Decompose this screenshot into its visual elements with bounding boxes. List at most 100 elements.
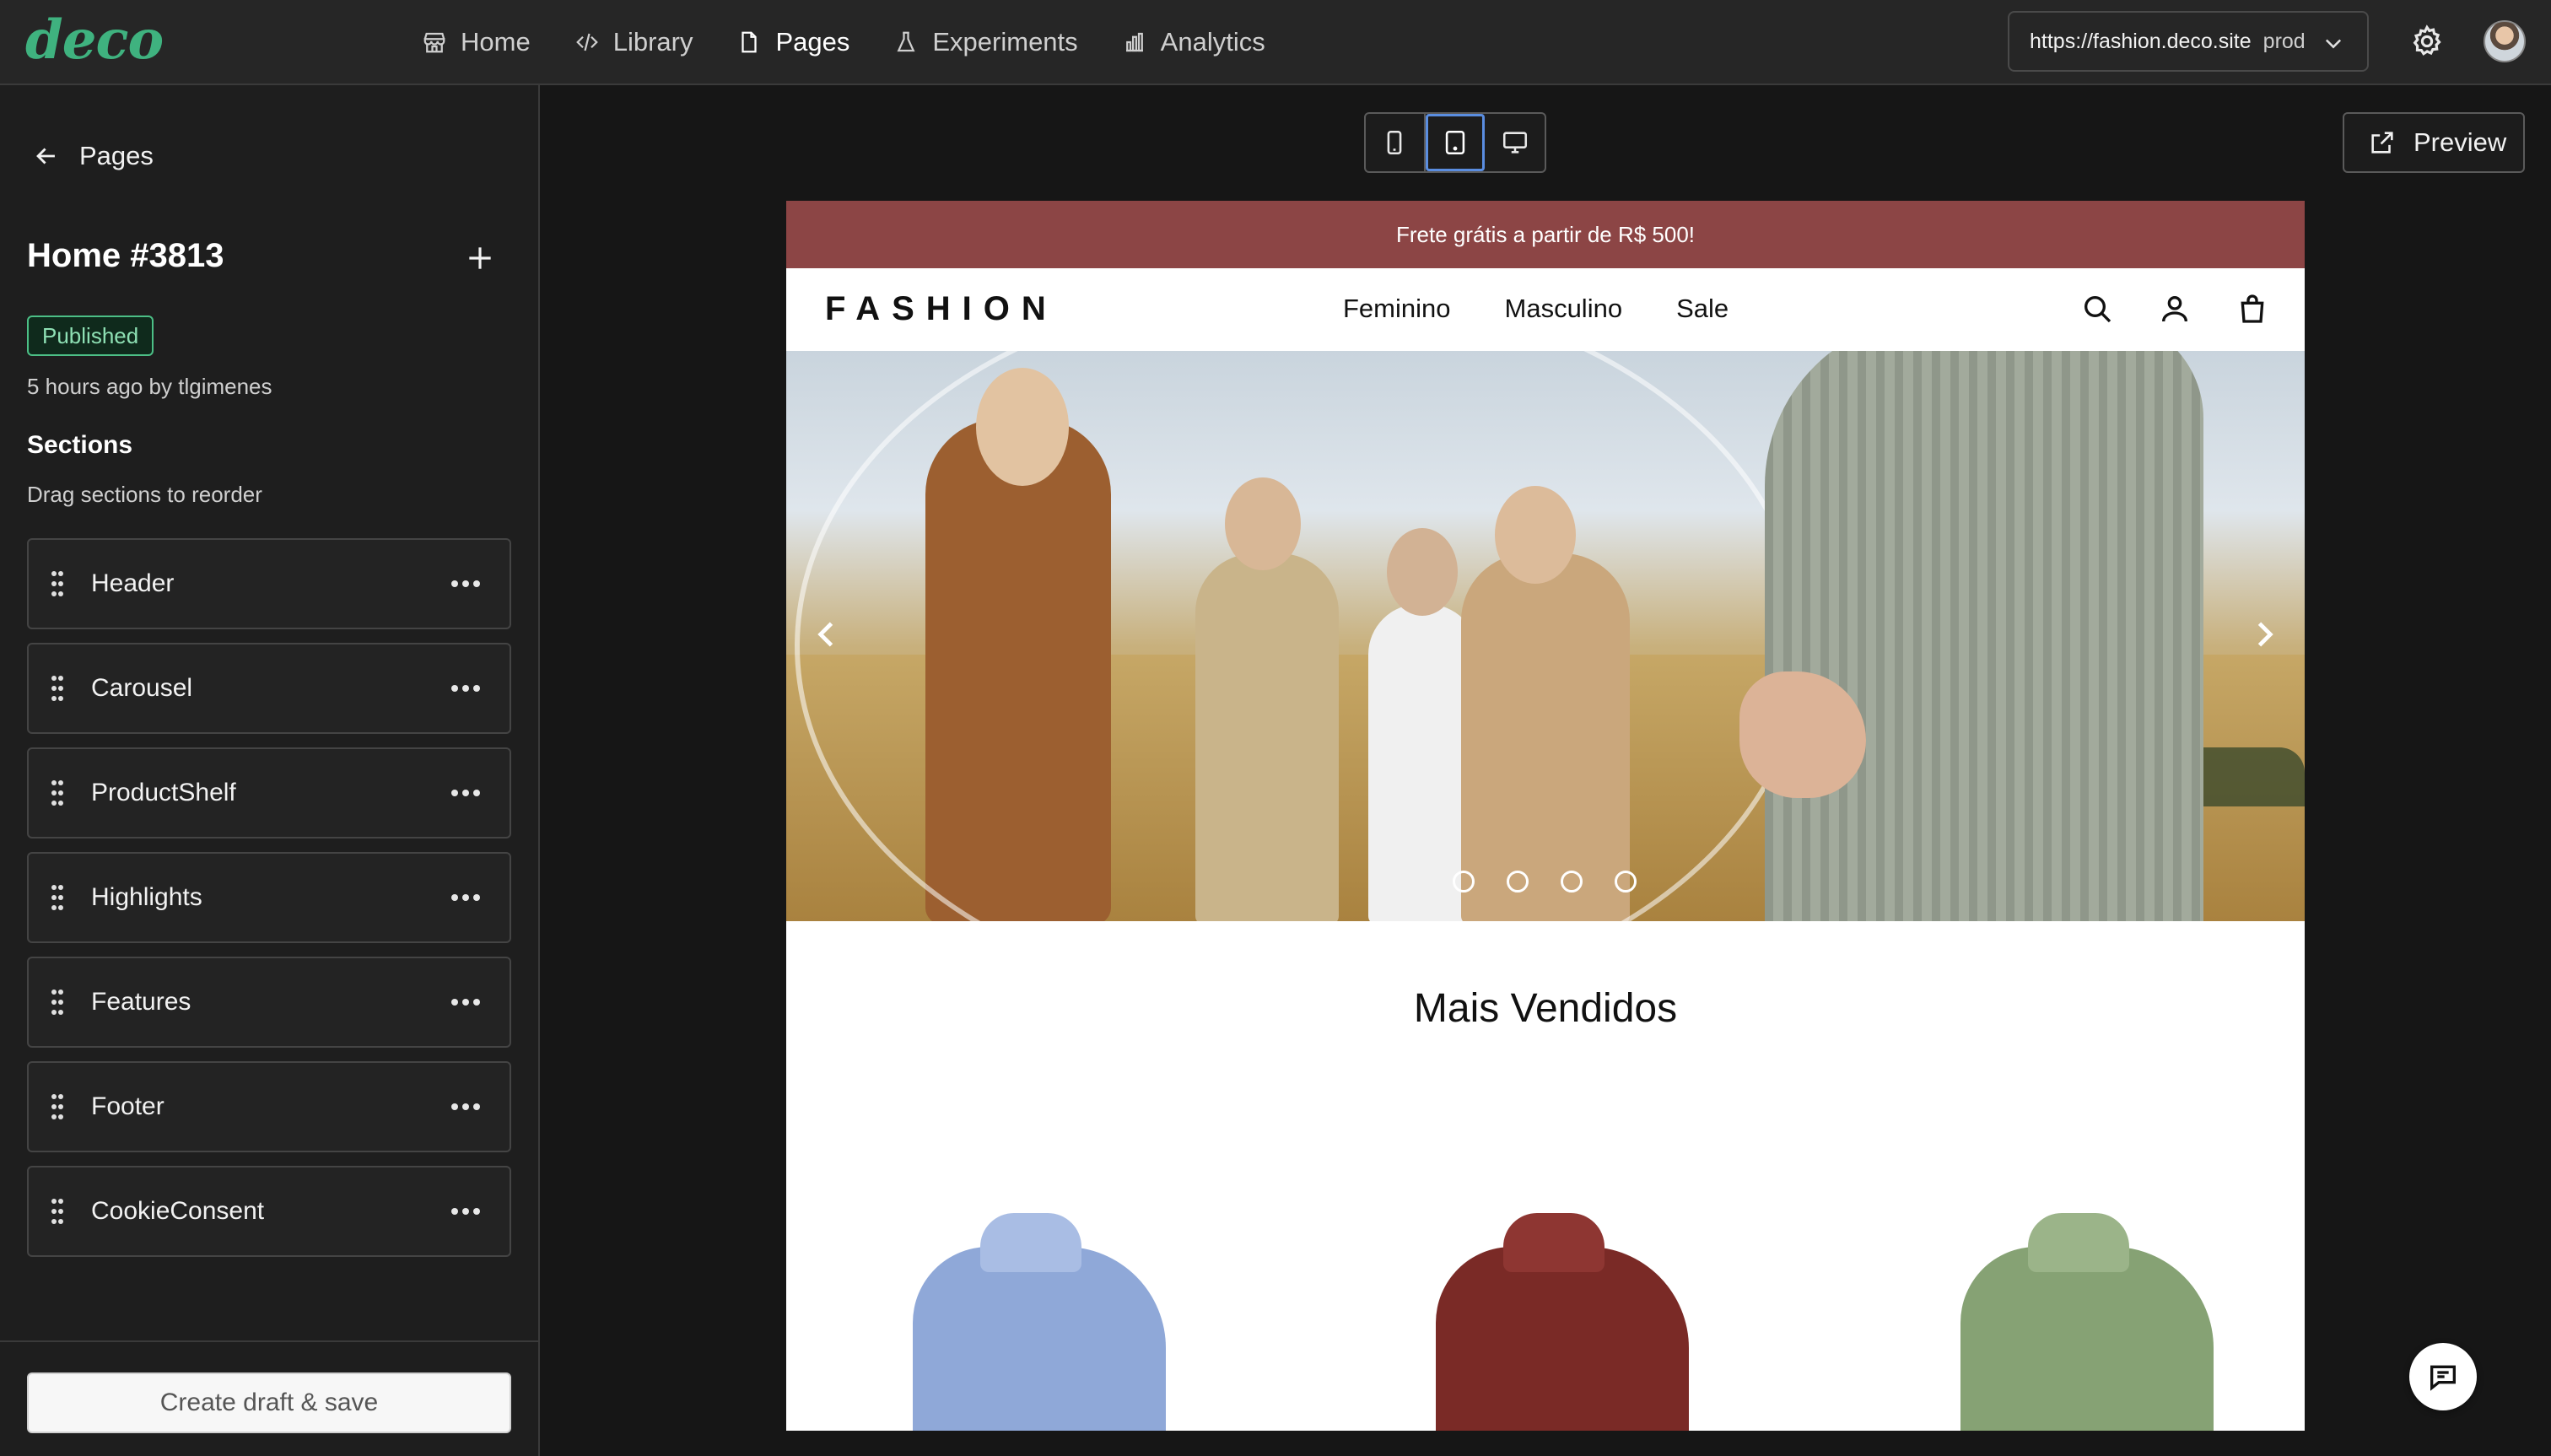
plus-icon[interactable]	[464, 242, 496, 274]
section-item-footer[interactable]: Footer	[27, 1061, 511, 1152]
desktop-icon	[1502, 132, 1527, 154]
viewport-desktop-button[interactable]	[1485, 114, 1545, 171]
site-header: FASHION Feminino Masculino Sale	[786, 268, 2305, 351]
drag-handle-icon[interactable]	[51, 1093, 64, 1120]
viewport-mobile-button[interactable]	[1366, 114, 1426, 171]
nav-library[interactable]: Library	[574, 27, 693, 57]
drag-handle-icon[interactable]	[51, 884, 64, 911]
carousel-next-icon[interactable]	[2246, 616, 2283, 653]
section-label: CookieConsent	[91, 1197, 265, 1225]
polo-collar	[1503, 1213, 1604, 1272]
shopping-bag-icon[interactable]	[2235, 292, 2269, 326]
page-title: Home #3813	[27, 237, 224, 274]
section-label: Footer	[91, 1092, 164, 1120]
mobile-icon	[1387, 130, 1402, 155]
more-options-icon[interactable]	[450, 1203, 481, 1220]
carousel-dots	[1453, 871, 1669, 892]
nav-analytics-label: Analytics	[1160, 27, 1265, 57]
viewport-tablet-button[interactable]	[1425, 114, 1486, 171]
drag-handle-icon[interactable]	[51, 779, 64, 806]
drag-handle-icon[interactable]	[51, 1198, 64, 1225]
polo-collar	[980, 1213, 1081, 1272]
section-label: Highlights	[91, 883, 202, 911]
section-item-highlights[interactable]: Highlights	[27, 852, 511, 943]
nav-library-label: Library	[612, 27, 693, 57]
polo-shirt-image	[1436, 1247, 1689, 1431]
section-label: Features	[91, 988, 191, 1016]
hero-carousel[interactable]	[786, 351, 2305, 921]
user-icon[interactable]	[2158, 292, 2192, 326]
more-options-icon[interactable]	[450, 1098, 481, 1115]
drag-handle-icon[interactable]	[51, 989, 64, 1016]
carousel-dot[interactable]	[1561, 871, 1583, 892]
polo-collar	[2028, 1213, 2129, 1272]
chat-bubble-icon	[2430, 1365, 2456, 1391]
site-nav-sale[interactable]: Sale	[1676, 294, 1729, 324]
gear-icon[interactable]	[2409, 24, 2445, 59]
nav-analytics[interactable]: Analytics	[1122, 27, 1265, 57]
chevron-down-icon	[2325, 39, 2342, 49]
flask-icon	[897, 31, 915, 52]
carousel-dot[interactable]	[1507, 871, 1529, 892]
site-nav-feminino[interactable]: Feminino	[1343, 294, 1451, 324]
file-icon	[742, 31, 758, 53]
deco-logo[interactable]: deco	[25, 8, 164, 72]
section-label: Header	[91, 569, 175, 597]
panel-footer: Create draft & save	[0, 1340, 538, 1456]
user-avatar[interactable]	[2484, 20, 2526, 62]
product-card-green-polo[interactable]	[1935, 1213, 2222, 1431]
more-options-icon[interactable]	[450, 680, 481, 697]
shelf-title: Mais Vendidos	[1413, 986, 1678, 1031]
preview-label: Preview	[2413, 127, 2507, 157]
back-to-pages[interactable]: Pages	[32, 141, 154, 171]
viewport-toggle	[1364, 112, 1546, 173]
more-options-icon[interactable]	[450, 994, 481, 1011]
page-meta: 5 hours ago by tlgimenes	[27, 374, 272, 399]
more-options-icon[interactable]	[450, 785, 481, 801]
product-card-blue-polo[interactable]	[887, 1213, 1174, 1431]
code-icon	[575, 33, 598, 51]
site-header-icons	[2080, 292, 2305, 326]
back-label: Pages	[79, 141, 154, 170]
search-icon[interactable]	[2080, 292, 2114, 326]
polo-shirt-image	[1960, 1247, 2214, 1431]
chat-button[interactable]	[2409, 1343, 2477, 1410]
nav-experiments[interactable]: Experiments	[893, 27, 1078, 57]
store-icon	[423, 32, 445, 53]
nav-pages-label: Pages	[775, 27, 850, 57]
section-item-carousel[interactable]: Carousel	[27, 643, 511, 734]
site-preview-frame[interactable]: Frete grátis a partir de R$ 500! FASHION…	[786, 201, 2305, 1431]
create-draft-save-button[interactable]: Create draft & save	[27, 1372, 511, 1433]
section-label: ProductShelf	[91, 779, 236, 806]
site-brand-logo[interactable]: FASHION	[825, 290, 1058, 328]
sections-hint: Drag sections to reorder	[27, 482, 262, 507]
site-url: https://fashion.deco.site	[2030, 29, 2252, 53]
sections-list: Header Carousel ProductShelf Highlights …	[27, 538, 511, 1270]
section-item-productshelf[interactable]: ProductShelf	[27, 747, 511, 839]
sections-title: Sections	[27, 431, 133, 459]
section-item-header[interactable]: Header	[27, 538, 511, 629]
preview-button[interactable]: Preview	[2343, 112, 2525, 173]
main-nav: Home Library Pages Experiments Analytics	[422, 0, 1309, 84]
product-card-red-polo[interactable]	[1410, 1213, 1697, 1431]
section-item-cookieconsent[interactable]: CookieConsent	[27, 1166, 511, 1257]
promo-banner: Frete grátis a partir de R$ 500!	[786, 201, 2305, 268]
drag-handle-icon[interactable]	[51, 675, 64, 702]
hero-mirror-frame	[795, 351, 1807, 921]
more-options-icon[interactable]	[450, 889, 481, 906]
drag-handle-icon[interactable]	[51, 570, 64, 597]
tablet-icon	[1445, 130, 1465, 155]
carousel-dot[interactable]	[1453, 871, 1475, 892]
section-item-features[interactable]: Features	[27, 957, 511, 1048]
nav-home[interactable]: Home	[422, 27, 531, 57]
more-options-icon[interactable]	[450, 575, 481, 592]
site-env: prod	[2262, 29, 2306, 53]
pages-panel: Pages Home #3813 Published 5 hours ago b…	[0, 85, 540, 1456]
bar-chart-icon	[1125, 32, 1143, 52]
top-bar: deco Home Library Pages Experiments Anal…	[0, 0, 2551, 85]
site-selector[interactable]: https://fashion.deco.site prod	[2008, 11, 2369, 72]
carousel-prev-icon[interactable]	[808, 616, 845, 653]
nav-pages[interactable]: Pages	[736, 27, 849, 57]
carousel-dot[interactable]	[1615, 871, 1637, 892]
site-nav-masculino[interactable]: Masculino	[1505, 294, 1623, 324]
